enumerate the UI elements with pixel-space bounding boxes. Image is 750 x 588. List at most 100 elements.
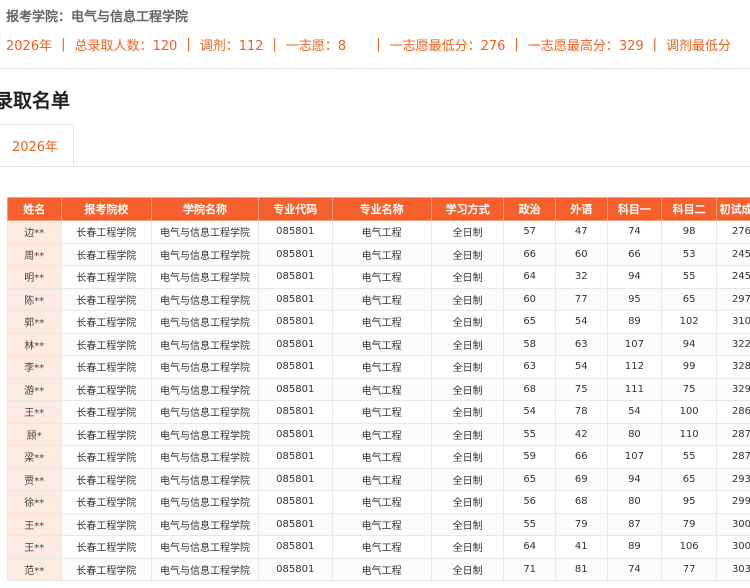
table-row[interactable]: 林** 长春工程学院 电气与信息工程学院 085801 电气工程 全日制 58 63 107 94… — [7, 332, 750, 356]
column-header-foreign-language[interactable]: 外语 — [554, 197, 608, 221]
table-row[interactable]: 王** 长春工程学院 电气与信息工程学院 085801 电气工程 全日制 64 41 89 106… — [7, 535, 750, 559]
table-row[interactable]: 顾* 长春工程学院 电气与信息工程学院 085801 电气工程 全日制 55 42 80 110 2… — [7, 422, 750, 446]
cell-subject-one: 54 — [606, 400, 663, 424]
cell-school: 长春工程学院 — [60, 377, 153, 401]
cell-major-code: 085801 — [257, 535, 333, 559]
cell-major-code: 085801 — [257, 220, 333, 244]
table-row[interactable]: 王** 长春工程学院 电气与信息工程学院 085801 电气工程 全日制 55 79 87 79 3… — [7, 512, 750, 536]
cell-major-code: 085801 — [257, 310, 333, 334]
table-row[interactable]: 王** 长春工程学院 电气与信息工程学院 085801 电气工程 全日制 54 78 54 100… — [7, 400, 750, 424]
column-header-politics[interactable]: 政治 — [503, 197, 556, 221]
cell-politics: 55 — [503, 422, 556, 446]
table-row[interactable]: 贾** 长春工程学院 电气与信息工程学院 085801 电气工程 全日制 65 69 94 65 2… — [7, 467, 750, 491]
cell-subject-two: 106 — [661, 535, 717, 559]
cell-foreign-language: 79 — [554, 512, 608, 536]
cell-study-mode: 全日制 — [430, 377, 505, 401]
tab-2026[interactable]: 2026年 — [0, 124, 74, 166]
cell-subject-one: 80 — [606, 490, 663, 514]
cell-major-name: 电气工程 — [331, 535, 432, 559]
table-row[interactable]: 梁** 长春工程学院 电气与信息工程学院 085801 电气工程 全日制 59 66 107 55… — [7, 445, 750, 469]
cell-major-name: 电气工程 — [331, 332, 432, 356]
table-row[interactable]: 李** 长春工程学院 电气与信息工程学院 085801 电气工程 全日制 63 54 112 99… — [7, 355, 750, 379]
stats-summary: 2026年 | 总录取人数：120 | 调剂：112 | 一志愿：8 | 一志愿… — [6, 35, 731, 54]
cell-foreign-language: 32 — [554, 265, 608, 289]
column-header-college[interactable]: 学院名称 — [151, 197, 259, 221]
table-row[interactable]: 周** 长春工程学院 电气与信息工程学院 085801 电气工程 全日制 66 60 66 53 2… — [7, 242, 750, 266]
stat-separator: | — [376, 36, 381, 52]
table-row[interactable]: 边** 长春工程学院 电气与信息工程学院 085801 电气工程 全日制 57 47 74 98 2… — [7, 220, 750, 244]
column-header-major-name[interactable]: 专业名称 — [331, 197, 432, 221]
column-header-major-code[interactable]: 专业代码 — [257, 197, 333, 221]
cell-subject-one: 94 — [606, 265, 663, 289]
cell-subject-two: 75 — [661, 377, 717, 401]
cell-school: 长春工程学院 — [60, 512, 153, 536]
cell-subject-two: 99 — [661, 355, 717, 379]
college-name: 报考学院：电气与信息工程学院 — [6, 10, 189, 25]
cell-major-code: 085801 — [257, 377, 333, 401]
cell-college: 电气与信息工程学院 — [151, 310, 259, 334]
cell-study-mode: 全日制 — [430, 310, 505, 334]
cell-major-code: 085801 — [257, 445, 333, 469]
cell-major-code: 085801 — [257, 332, 333, 356]
cell-subject-two: 65 — [661, 467, 717, 491]
column-header-subject-two[interactable]: 科目二 — [661, 197, 717, 221]
cell-preliminary-score: 329 — [715, 377, 750, 401]
cell-major-name: 电气工程 — [331, 377, 432, 401]
column-header-name[interactable]: 姓名 — [7, 197, 62, 221]
cell-major-code: 085801 — [257, 422, 333, 446]
cell-college: 电气与信息工程学院 — [151, 512, 259, 536]
cell-major-code: 085801 — [257, 355, 333, 379]
cell-college: 电气与信息工程学院 — [151, 557, 259, 581]
cell-foreign-language: 69 — [554, 467, 608, 491]
year-tab-bar: 2026年 — [0, 124, 750, 167]
cell-study-mode: 全日制 — [430, 287, 505, 311]
cell-name: 李** — [7, 355, 62, 379]
cell-subject-one: 87 — [606, 512, 663, 536]
cell-subject-one: 107 — [606, 445, 663, 469]
column-header-school[interactable]: 报考院校 — [60, 197, 153, 221]
cell-study-mode: 全日制 — [430, 400, 505, 424]
cell-preliminary-score: 245 — [715, 242, 750, 266]
table-row[interactable]: 郭** 长春工程学院 电气与信息工程学院 085801 电气工程 全日制 65 54 89 102… — [7, 310, 750, 334]
cell-college: 电气与信息工程学院 — [151, 445, 259, 469]
cell-subject-one: 74 — [606, 557, 663, 581]
cell-major-code: 085801 — [257, 242, 333, 266]
cell-name: 梁** — [7, 445, 62, 469]
cell-preliminary-score: 328 — [715, 355, 750, 379]
cell-study-mode: 全日制 — [430, 332, 505, 356]
column-header-study-mode[interactable]: 学习方式 — [430, 197, 505, 221]
cell-study-mode: 全日制 — [430, 355, 505, 379]
cell-study-mode: 全日制 — [430, 467, 505, 491]
cell-foreign-language: 68 — [554, 490, 608, 514]
admission-table-container: 姓名 报考院校 学院名称 专业代码 专业名称 学习方式 政治 外语 科目一 科目… — [7, 197, 750, 581]
cell-college: 电气与信息工程学院 — [151, 265, 259, 289]
cell-subject-two: 55 — [661, 265, 717, 289]
cell-preliminary-score: 293 — [715, 467, 750, 491]
table-row[interactable]: 徐** 长春工程学院 电气与信息工程学院 085801 电气工程 全日制 56 68 80 95 2… — [7, 490, 750, 514]
table-row[interactable]: 明** 长春工程学院 电气与信息工程学院 085801 电气工程 全日制 64 32 94 55 2… — [7, 265, 750, 289]
table-row[interactable]: 游** 长春工程学院 电气与信息工程学院 085801 电气工程 全日制 68 75 111 75… — [7, 377, 750, 401]
cell-major-name: 电气工程 — [331, 310, 432, 334]
cell-politics: 63 — [503, 355, 556, 379]
cell-subject-two: 100 — [661, 400, 717, 424]
cell-name: 边** — [7, 220, 62, 244]
cell-major-name: 电气工程 — [331, 512, 432, 536]
cell-foreign-language: 63 — [554, 332, 608, 356]
column-header-preliminary-score[interactable]: 初试成绩 — [715, 197, 750, 221]
table-row[interactable]: 陈** 长春工程学院 电气与信息工程学院 085801 电气工程 全日制 60 77 95 65 2… — [7, 287, 750, 311]
cell-subject-two: 98 — [661, 220, 717, 244]
cell-foreign-language: 60 — [554, 242, 608, 266]
cell-school: 长春工程学院 — [60, 400, 153, 424]
cell-politics: 59 — [503, 445, 556, 469]
table-row[interactable]: 范** 长春工程学院 电气与信息工程学院 085801 电气工程 全日制 71 81 74 77 3… — [7, 557, 750, 581]
header-divider — [0, 68, 750, 69]
cell-politics: 66 — [503, 242, 556, 266]
cell-foreign-language: 42 — [554, 422, 608, 446]
cell-college: 电气与信息工程学院 — [151, 332, 259, 356]
cell-college: 电气与信息工程学院 — [151, 490, 259, 514]
column-header-subject-one[interactable]: 科目一 — [606, 197, 663, 221]
cell-foreign-language: 78 — [554, 400, 608, 424]
cell-major-code: 085801 — [257, 400, 333, 424]
cell-study-mode: 全日制 — [430, 445, 505, 469]
cell-college: 电气与信息工程学院 — [151, 355, 259, 379]
